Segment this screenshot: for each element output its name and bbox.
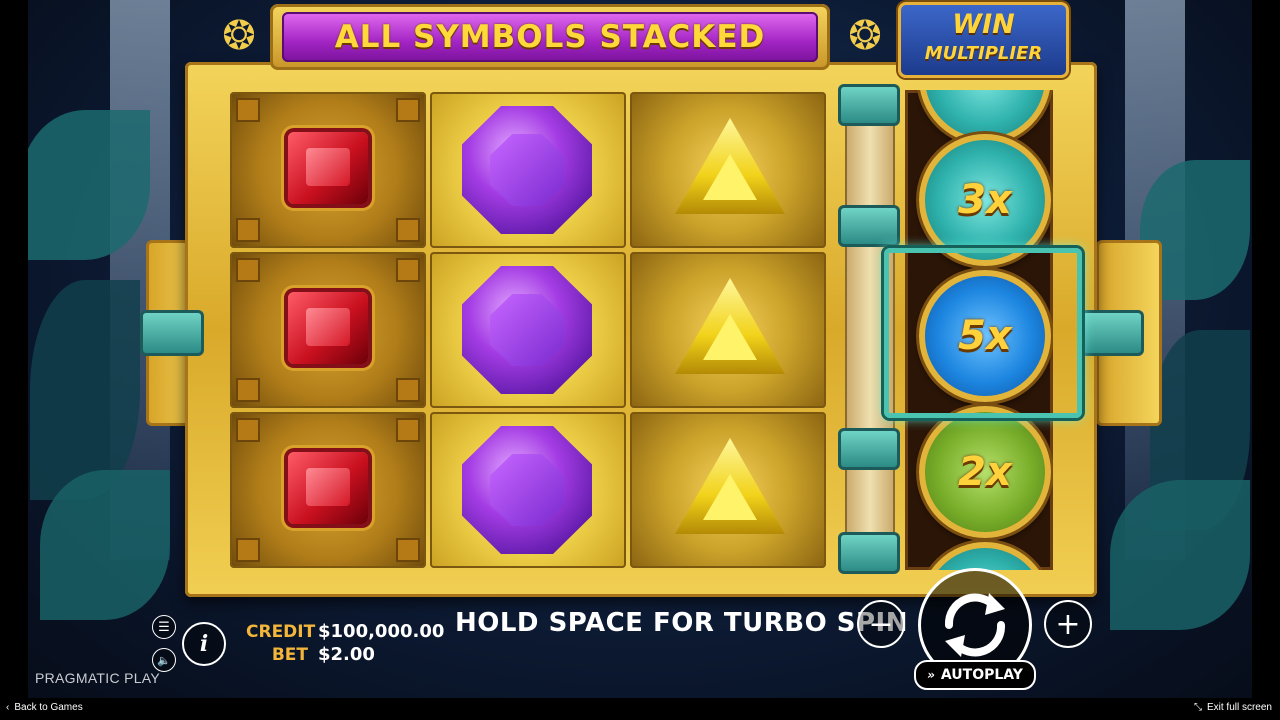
pillar-jade-block [838,428,900,470]
multiplier-selection-frame [884,248,1082,418]
amethyst-gem-icon [462,266,592,394]
bet-value: $2.00 [318,644,375,665]
pillar-jade-block [838,84,900,126]
reel-cell-amethyst [430,92,626,248]
win-multiplier-line1: WIN [952,9,1015,40]
gold-triangle-icon [675,118,785,214]
win-multiplier-badge: WIN MULTIPLIER [898,2,1069,78]
multiplier-coin-2x: 2x [919,406,1051,538]
reel-cell-triangle [630,412,826,568]
letterbox-left [0,0,28,720]
info-button[interactable]: i [182,622,226,666]
back-to-games-label: Back to Games [14,702,83,713]
decrease-bet-button[interactable]: − [857,600,905,648]
game-stage: ❂ ❂ ALL SYMBOLS STACKED WIN MULTIPLIER 3… [0,0,1280,720]
turbo-spin-message: HOLD SPACE FOR TURBO SPIN [455,608,908,638]
credit-label: CREDIT [246,622,316,642]
scroll-ornament-left-icon: ❂ [222,13,256,59]
exit-fullscreen-label: Exit full screen [1206,702,1272,713]
amethyst-gem-icon [462,426,592,554]
reel-cell-amethyst [430,252,626,408]
bet-label: BET [271,645,308,665]
reel-cell-ruby [230,92,426,248]
brand-logo: PRAGMATIC PLAY [35,670,161,686]
feature-banner: ALL SYMBOLS STACKED [270,4,830,70]
multiplier-coin-label: 3x [958,177,1012,223]
plus-icon: + [1055,606,1081,642]
multiplier-coin-label: 2x [958,449,1012,495]
jungle-leaf [1110,480,1250,630]
credit-value: $100,000.00 [318,621,445,642]
multiplier-coin-partial [919,542,1051,570]
reel-cell-ruby [230,412,426,568]
autoplay-label: AUTOPLAY [940,667,1023,683]
back-to-games-link[interactable]: ‹ Back to Games [6,702,83,713]
gold-triangle-icon [675,438,785,534]
sound-button[interactable]: 🔈 [152,648,176,672]
jungle-leaf [40,470,170,620]
reel-grid [228,90,828,570]
spin-arrows-icon [944,593,1006,657]
ruby-gem-icon [288,292,368,364]
jungle-leaf [20,110,150,260]
gold-triangle-icon [675,278,785,374]
minus-icon: − [868,606,894,642]
ruby-gem-icon [288,452,368,524]
feature-banner-inner: ALL SYMBOLS STACKED [282,12,818,62]
info-icon: i [199,631,209,657]
feature-banner-text: ALL SYMBOLS STACKED [334,19,766,55]
pillar-jade-block [838,532,900,574]
reel-cell-triangle [630,252,826,408]
autoplay-button[interactable]: » AUTOPLAY [914,660,1036,690]
footer-bar [0,698,1280,720]
reel-cell-amethyst [430,412,626,568]
autoplay-icon: » [927,668,935,682]
chevron-left-icon: ‹ [6,702,10,713]
letterbox-right [1252,0,1280,720]
menu-button[interactable]: ☰ [152,615,176,639]
speaker-icon: 🔈 [157,653,171,667]
jungle-leaf [30,280,140,500]
amethyst-gem-icon [462,106,592,234]
pillar-jade-block [838,205,900,247]
win-multiplier-line2: MULTIPLIER [924,43,1043,64]
jade-knob-left [140,310,204,356]
reel-cell-ruby [230,252,426,408]
menu-icon: ☰ [158,619,170,635]
increase-bet-button[interactable]: + [1044,600,1092,648]
scroll-ornament-right-icon: ❂ [848,13,882,59]
multiplier-coin-3x: 3x [919,134,1051,266]
exit-fullscreen-link[interactable]: ⤡ Exit full screen [1194,702,1272,713]
exit-fullscreen-icon: ⤡ [1193,702,1202,713]
reel-cell-triangle [630,92,826,248]
ruby-gem-icon [288,132,368,204]
jade-knob-right [1080,310,1144,356]
